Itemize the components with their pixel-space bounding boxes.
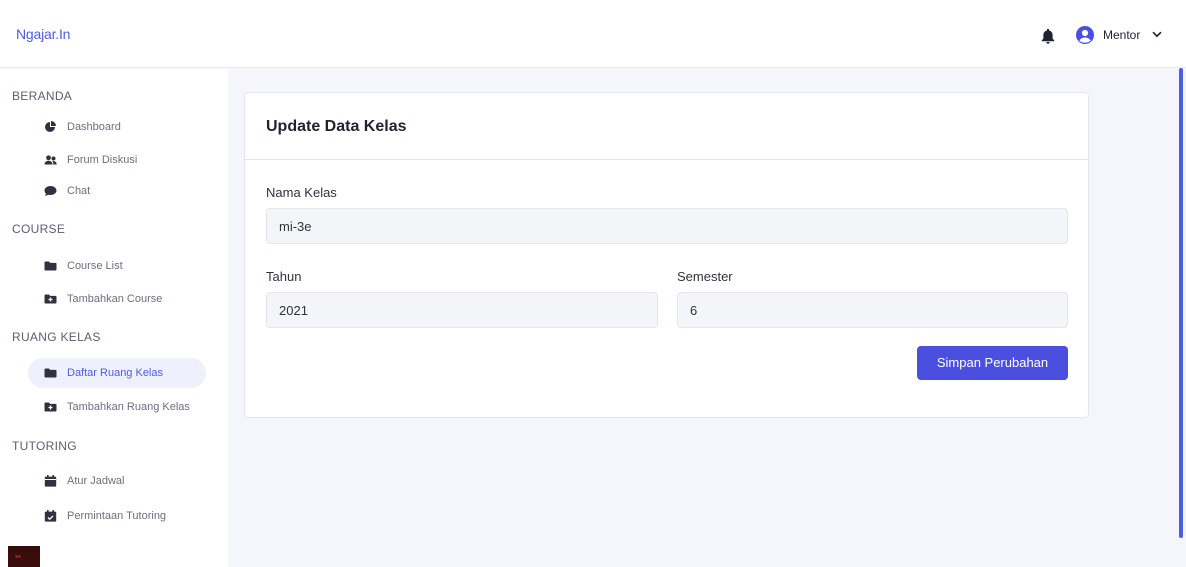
folder-plus-icon <box>44 294 57 304</box>
sidebar-item-label: Tambahkan Ruang Kelas <box>67 401 190 413</box>
sidebar-item-dashboard[interactable]: Dashboard <box>28 112 206 142</box>
sidebar-item-tambahkan-course[interactable]: Tambahkan Course <box>28 284 206 314</box>
semester-input[interactable] <box>677 292 1068 328</box>
sidebar-item-tambahkan-ruang-kelas[interactable]: Tambahkan Ruang Kelas <box>28 392 206 422</box>
sidebar-section-course: COURSE <box>12 222 66 236</box>
brand-logo[interactable]: Ngajar.In <box>16 26 70 42</box>
sidebar-item-label: Tambahkan Course <box>67 293 163 305</box>
calendar-icon <box>44 475 57 487</box>
nama-kelas-label: Nama Kelas <box>266 185 337 200</box>
chevron-down-icon[interactable] <box>1152 31 1162 38</box>
tahun-input[interactable] <box>266 292 658 328</box>
sidebar-item-label: Dashboard <box>67 121 121 133</box>
sidebar-item-permintaan-tutoring[interactable]: Permintaan Tutoring <box>28 501 206 531</box>
sidebar-item-chat[interactable]: Chat <box>28 176 206 206</box>
top-navbar: Ngajar.In Mentor <box>0 0 1186 68</box>
sidebar-section-ruang-kelas: RUANG KELAS <box>12 330 101 344</box>
user-circle-icon[interactable] <box>1076 26 1094 44</box>
tahun-label: Tahun <box>266 269 302 284</box>
nama-kelas-input[interactable] <box>266 208 1068 244</box>
folder-icon <box>44 368 57 378</box>
card-header: Update Data Kelas <box>245 93 1088 160</box>
taskbar-badge: ▪▪ <box>8 546 40 567</box>
sidebar-item-forum-diskusi[interactable]: Forum Diskusi <box>28 145 206 175</box>
sidebar-item-label: Atur Jadwal <box>67 475 125 487</box>
sidebar: BERANDA Dashboard Forum Diskusi Chat COU… <box>0 69 228 567</box>
folder-icon <box>44 261 57 271</box>
sidebar-item-label: Forum Diskusi <box>67 154 138 166</box>
sidebar-item-course-list[interactable]: Course List <box>28 251 206 281</box>
sidebar-section-beranda: BERANDA <box>12 89 73 103</box>
folder-plus-icon <box>44 402 57 412</box>
sidebar-item-label: Permintaan Tutoring <box>67 510 167 522</box>
comment-icon <box>44 186 57 196</box>
badge-glyph: ▪▪ <box>15 552 21 561</box>
sidebar-item-label: Daftar Ruang Kelas <box>67 367 163 379</box>
sidebar-section-tutoring: TUTORING <box>12 439 77 453</box>
sidebar-item-label: Course List <box>67 260 123 272</box>
sidebar-item-atur-jadwal[interactable]: Atur Jadwal <box>28 466 206 496</box>
sidebar-item-label: Chat <box>67 185 91 197</box>
page-title: Update Data Kelas <box>266 118 407 135</box>
users-icon <box>44 155 57 165</box>
calendar-check-icon <box>44 510 57 522</box>
sidebar-item-daftar-ruang-kelas[interactable]: Daftar Ruang Kelas <box>28 358 206 388</box>
user-name[interactable]: Mentor <box>1103 28 1140 42</box>
bell-icon[interactable] <box>1041 28 1055 44</box>
semester-label: Semester <box>677 269 733 284</box>
save-changes-button[interactable]: Simpan Perubahan <box>917 346 1068 380</box>
scrollbar[interactable] <box>1179 68 1183 538</box>
update-class-card: Update Data Kelas Nama Kelas Tahun Semes… <box>244 92 1089 418</box>
chart-pie-icon <box>45 121 56 132</box>
